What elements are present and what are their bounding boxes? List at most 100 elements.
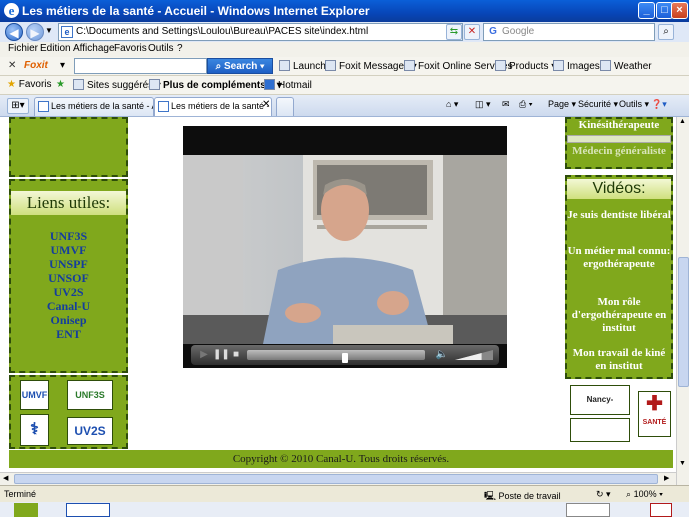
video-link-dentiste[interactable]: Je suis dentiste libéral xyxy=(567,209,671,222)
video-link-role-ergotherapeute[interactable]: Mon rôle d'ergothérapeute en institut xyxy=(567,296,671,335)
unf3s-logo[interactable]: UNF3S xyxy=(67,380,113,410)
page-icon xyxy=(38,101,49,112)
link-umvf[interactable]: UMVF xyxy=(11,243,126,258)
umvf-logo[interactable]: UMVF xyxy=(20,380,49,410)
link-onisep[interactable]: Onisep xyxy=(11,313,126,328)
volume-slider[interactable] xyxy=(455,350,493,360)
tab-1[interactable]: Les métiers de la santé - Acc... xyxy=(34,97,154,116)
page-icon: e xyxy=(61,26,73,38)
progress-knob[interactable] xyxy=(342,353,348,363)
help-icon[interactable]: ❓▾ xyxy=(651,99,667,110)
volume-icon[interactable]: 🔈 xyxy=(435,348,449,362)
vertical-scroll-thumb[interactable] xyxy=(678,257,689,387)
scroll-down-icon[interactable]: ▼ xyxy=(679,460,686,467)
menu-affichage[interactable]: Affichage xyxy=(73,43,115,54)
page-icon xyxy=(149,79,160,90)
favorites-button[interactable]: ★ Favoris xyxy=(7,79,52,90)
job-medecin-generaliste[interactable]: Médecin généraliste xyxy=(567,145,671,157)
tab-row: ⊞▾ Les métiers de la santé - Acc... Les … xyxy=(0,95,689,117)
link-unf3s[interactable]: UNF3S xyxy=(11,229,126,244)
close-toolbar-icon[interactable]: ✕ xyxy=(8,60,16,71)
feeds-icon[interactable]: ◫ ▾ xyxy=(475,99,491,110)
play-icon[interactable]: ▶ xyxy=(197,348,211,362)
status-bar: Terminé 🖳 Poste de travail ↻ ▾ ⌕ 100% ▾ xyxy=(0,485,689,502)
home-icon[interactable]: ⌂ ▾ xyxy=(446,99,458,110)
history-dropdown-icon[interactable]: ▼ xyxy=(45,26,53,35)
search-input[interactable]: G Google xyxy=(483,23,655,41)
close-button[interactable]: × xyxy=(671,2,688,19)
partner-logo[interactable] xyxy=(570,418,630,442)
refresh-icon[interactable]: ⇆ xyxy=(446,24,462,40)
tab-2[interactable]: Les métiers de la santé - ... xyxy=(154,97,272,116)
search-icon[interactable]: ⌕ xyxy=(658,24,674,40)
zoom-icon: ⌕ xyxy=(626,489,632,499)
link-canal-u[interactable]: Canal-U xyxy=(11,299,126,314)
chevron-down-icon[interactable]: ▾ xyxy=(60,60,65,71)
new-tab-button[interactable] xyxy=(276,97,294,116)
outils-menu[interactable]: Outils ▾ xyxy=(619,99,649,110)
images-label: Images xyxy=(567,61,600,72)
print-icon[interactable]: ⎙ ▾ xyxy=(519,99,532,110)
add-favorite-icon[interactable]: ★ xyxy=(56,79,65,90)
job-kinesitherapeute[interactable]: Kinésithérapeute xyxy=(567,119,671,131)
services-icon xyxy=(404,60,415,71)
menu-favoris[interactable]: Favoris xyxy=(114,43,147,54)
video-link-kine[interactable]: Mon travail de kiné en institut xyxy=(567,347,671,373)
foxit-search-button[interactable]: ⌕ Search ▾ xyxy=(207,58,273,74)
address-field[interactable]: e C:\Documents and Settings\Loulou\Burea… xyxy=(58,23,463,41)
stop-icon[interactable]: ✕ xyxy=(464,24,480,40)
video-frame-image xyxy=(183,155,507,344)
favorites-label: Favoris xyxy=(18,79,52,90)
video-player[interactable]: ▶ ❚❚ ■ 🔈 xyxy=(183,126,507,368)
weather-button[interactable]: Weather xyxy=(600,60,652,72)
menu-edition[interactable]: Edition xyxy=(40,43,71,54)
products-button[interactable]: Products ▾ xyxy=(495,60,556,72)
link-unsof[interactable]: UNSOF xyxy=(11,271,126,286)
menu-help[interactable]: ? xyxy=(177,43,183,54)
mail-icon[interactable]: ✉ xyxy=(502,99,510,110)
menu-fichier[interactable]: Fichier xyxy=(8,43,38,54)
background-logo xyxy=(66,503,110,517)
sante-logo[interactable]: ✚ SANTÉ xyxy=(638,391,671,437)
scroll-left-icon[interactable]: ◀ xyxy=(3,474,8,482)
page-menu[interactable]: Page ▾ xyxy=(548,99,576,110)
launch-button[interactable]: Launch xyxy=(279,60,326,72)
nancy-universite-logo[interactable]: Nancy-Université xyxy=(570,385,630,432)
sante-mark-icon: ✚ xyxy=(646,393,663,415)
images-button[interactable]: Images xyxy=(553,60,600,72)
close-tab-icon[interactable]: ✕ xyxy=(262,99,270,110)
sante-label: SANTÉ xyxy=(642,419,667,426)
page-icon xyxy=(73,79,84,90)
link-ent[interactable]: ENT xyxy=(11,327,126,342)
caduceus-logo[interactable]: ⚕ xyxy=(20,414,49,446)
securite-menu-label: Sécurité xyxy=(578,99,612,109)
video-link-ergotherapeute[interactable]: Un métier mal connu: ergothérapeute xyxy=(567,245,671,271)
vertical-scrollbar[interactable]: ▲ ▼ xyxy=(676,117,689,485)
right-top-scrollbar[interactable] xyxy=(567,135,671,143)
hotmail-link[interactable]: Hotmail xyxy=(264,79,312,91)
securite-menu[interactable]: Sécurité ▾ xyxy=(578,99,618,110)
quick-tabs-icon[interactable]: ⊞▾ xyxy=(7,98,29,114)
images-icon xyxy=(553,60,564,71)
horizontal-scrollbar[interactable]: ◀ ▶ xyxy=(0,472,676,485)
minimize-button[interactable]: _ xyxy=(638,2,655,19)
forward-button[interactable]: ▶ xyxy=(26,23,44,41)
stop-icon[interactable]: ■ xyxy=(229,348,243,362)
scroll-up-icon[interactable]: ▲ xyxy=(679,118,686,125)
video-progress-bar[interactable] xyxy=(247,350,425,363)
background-window-strip xyxy=(0,502,689,517)
horizontal-scroll-thumb[interactable] xyxy=(14,474,658,484)
pause-icon[interactable]: ❚❚ xyxy=(213,348,230,362)
link-uv2s[interactable]: UV2S xyxy=(11,285,126,300)
left-top-panel xyxy=(9,117,128,177)
plus-complements-link[interactable]: Plus de compléments... ▾ xyxy=(149,79,282,91)
scroll-right-icon[interactable]: ▶ xyxy=(664,474,669,482)
link-unspf[interactable]: UNSPF xyxy=(11,257,126,272)
uv2s-logo[interactable]: UV2S xyxy=(67,417,113,445)
sites-suggeres-link[interactable]: Sites suggérés ▾ xyxy=(73,79,161,91)
menu-outils[interactable]: Outils xyxy=(148,43,174,54)
protection-icon[interactable]: ↻ ▾ xyxy=(596,489,611,500)
foxit-search-input[interactable] xyxy=(74,58,207,74)
zoom-control[interactable]: ⌕ 100% ▾ xyxy=(626,489,663,500)
back-button[interactable]: ◀ xyxy=(5,23,23,41)
